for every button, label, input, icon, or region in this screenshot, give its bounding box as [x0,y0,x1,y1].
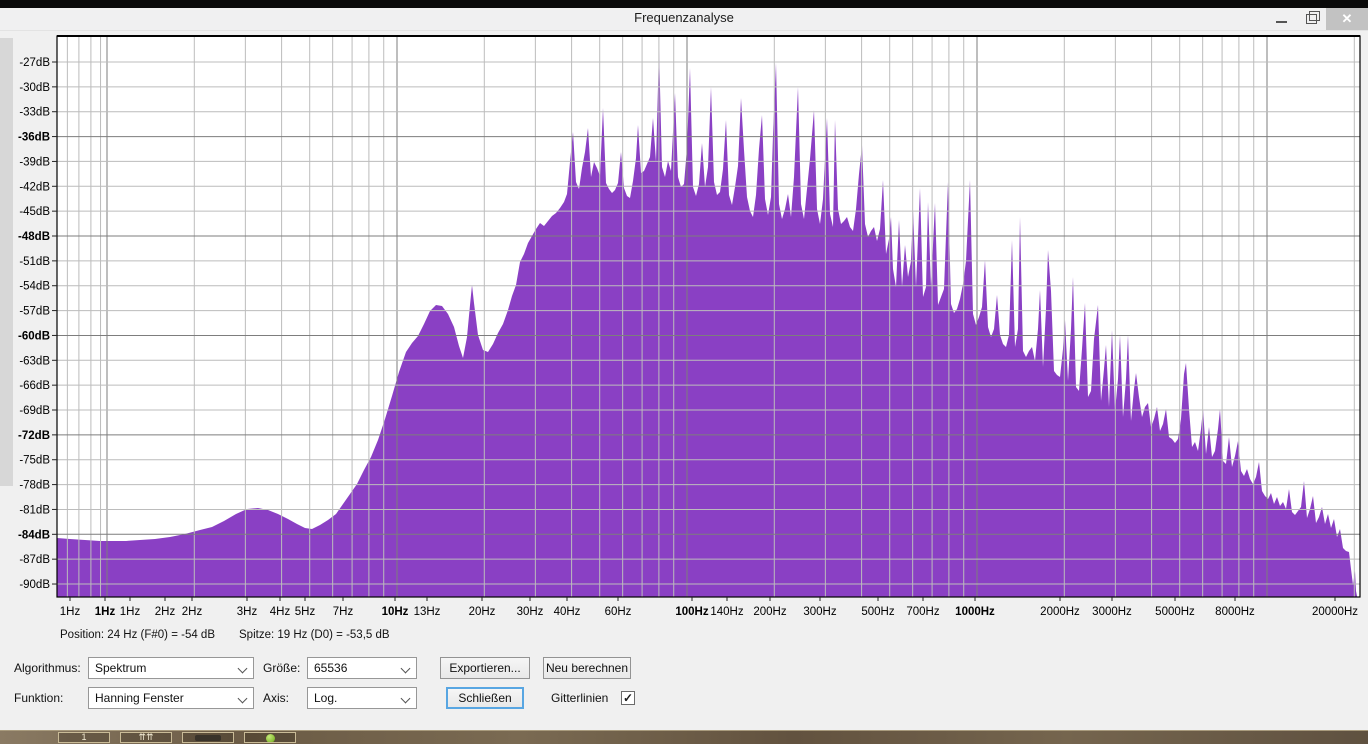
algorithm-value: Spektrum [95,661,147,675]
status-position: Position: 24 Hz (F#0) = -54 dB [60,629,216,641]
x-tick-label: 40Hz [554,606,581,618]
x-tick-label: 200Hz [753,606,786,618]
screen: Frequenzanalyse ✕ -27dB -30dB -33dB -36dB -3… [0,0,1368,744]
size-select[interactable]: 65536 [307,657,417,679]
x-tick-label: 500Hz [861,606,894,618]
y-tick-label: -27dB [19,57,50,69]
x-tick-label: 700Hz [906,606,939,618]
x-tick-label: 140Hz [710,606,743,618]
x-tick-label: 1Hz [95,606,116,618]
x-tick-label: 5000Hz [1155,606,1195,618]
x-tick-label: 100Hz [675,606,708,618]
close-dialog-button[interactable]: Schließen [446,687,524,709]
size-value: 65536 [314,661,348,675]
background-toolbar-button-dark-slot [182,732,234,743]
y-tick-label: -87dB [19,554,50,566]
y-tick-label: -81dB [19,504,50,516]
y-tick-label: -42dB [19,181,50,193]
y-tick-label: -45dB [19,206,50,218]
x-tick-label: 20000Hz [1312,606,1358,618]
y-tick-label: -57dB [19,306,50,318]
function-select[interactable]: Hanning Fenster [88,687,254,709]
y-tick-label: -60dB [18,330,50,342]
x-axis: 1Hz 1Hz 1Hz 2Hz 2Hz 3Hz 4Hz 5Hz 7Hz 10Hz 13Hz 20Hz 3… [60,597,1358,618]
chevron-down-icon [400,663,411,674]
y-tick-label: -90dB [19,579,50,591]
export-button[interactable]: Exportieren... [440,657,530,679]
x-tick-label: 30Hz [517,606,544,618]
y-tick-label: -63dB [19,355,50,367]
status-peak: Spitze: 19 Hz (D0) = -53,5 dB [239,629,390,641]
y-tick-label: -78dB [19,480,50,492]
y-tick-label: -30dB [19,82,50,94]
background-toolbar-button-green-orb [244,732,296,743]
chevron-down-icon [400,693,411,704]
y-tick-label: -84dB [18,529,50,541]
background-window-strip: 1 ⇈⇈ [0,730,1368,744]
axis-label: Axis: [263,691,290,705]
background-toolbar-button-numeral-one: 1 [58,732,110,743]
background-toolbar-button-double-up-arrows: ⇈⇈ [120,732,172,743]
axis-select[interactable]: Log. Darstellung [307,687,417,709]
x-tick-label: 7Hz [333,606,354,618]
x-tick-label: 5Hz [295,606,316,618]
gridlines-label: Gitterlinien [551,691,609,705]
x-tick-label: 20Hz [469,606,496,618]
x-tick-label: 8000Hz [1215,606,1255,618]
axis-value: Log. Darstellung [314,691,338,705]
y-tick-label: -72dB [18,430,50,442]
y-tick-label: -66dB [19,380,50,392]
algorithm-label: Algorithmus: [14,661,81,675]
gridlines-checkbox[interactable]: ✓ [621,691,635,705]
function-label: Funktion: [14,691,64,705]
y-tick-label: -51dB [19,256,50,268]
x-tick-label: 2Hz [155,606,176,618]
algorithm-select[interactable]: Spektrum [88,657,254,679]
checkmark-icon: ✓ [622,691,634,705]
chevron-down-icon [237,663,248,674]
chevron-down-icon [237,693,248,704]
x-tick-label: 13Hz [414,606,441,618]
x-tick-label: 300Hz [803,606,836,618]
x-tick-label: 1Hz [60,606,81,618]
x-tick-label: 4Hz [270,606,291,618]
y-tick-label: -69dB [19,405,50,417]
x-tick-label: 3Hz [237,606,258,618]
x-tick-label: 10Hz [382,606,409,618]
x-tick-label: 1Hz [120,606,141,618]
x-tick-label: 3000Hz [1092,606,1132,618]
function-value: Hanning Fenster [95,691,184,705]
x-tick-label: 2000Hz [1040,606,1080,618]
x-tick-label: 60Hz [605,606,632,618]
y-tick-label: -48dB [18,231,50,243]
x-tick-label: 1000Hz [955,606,995,618]
y-tick-label: -36dB [18,132,50,144]
x-tick-label: 2Hz [182,606,203,618]
size-label: Größe: [263,661,301,675]
status-line: Position: 24 Hz (F#0) = -54 dB Spitze: 19… [60,629,414,641]
y-tick-label: -39dB [19,156,50,168]
y-tick-label: -75dB [19,455,50,467]
recalculate-button[interactable]: Neu berechnen [543,657,631,679]
y-tick-label: -54dB [19,281,50,293]
y-tick-label: -33dB [19,107,50,119]
y-axis: -27dB -30dB -33dB -36dB -39dB -42dB -45dB -48dB… [18,57,57,591]
